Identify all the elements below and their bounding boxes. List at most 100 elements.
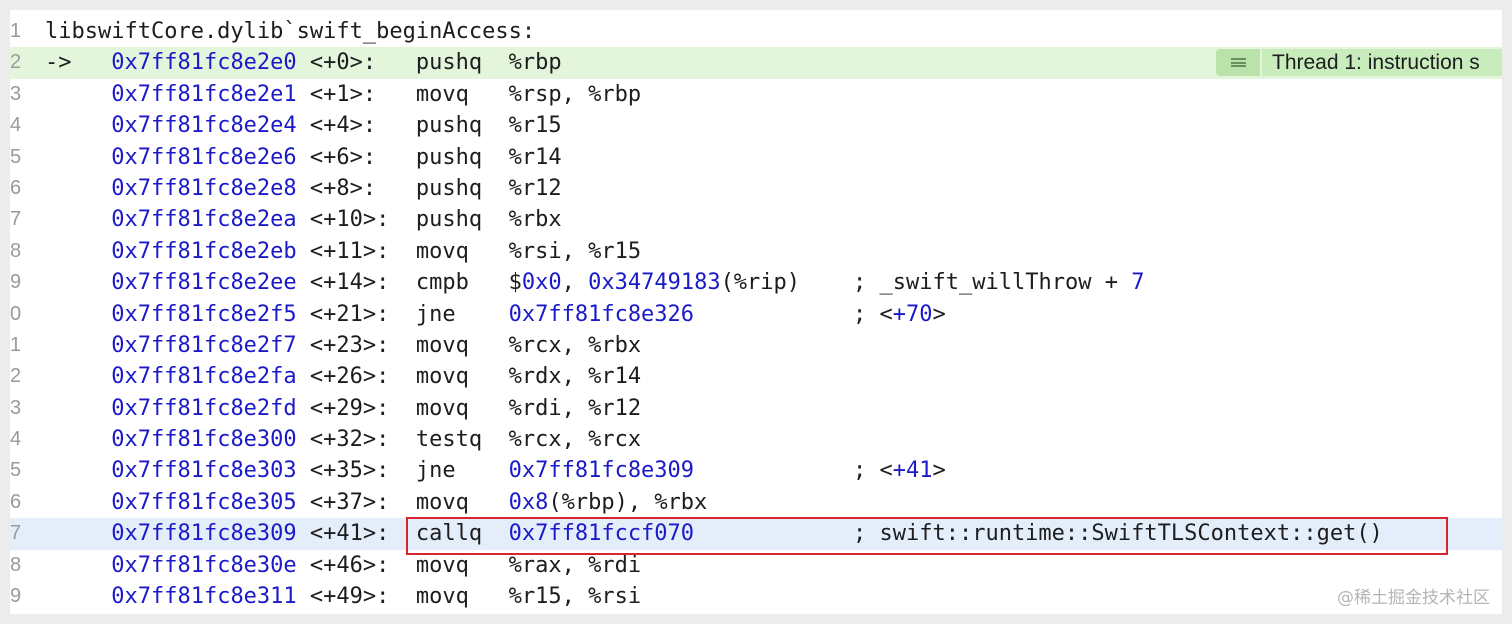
instruction-offset: <+35>:	[296, 458, 403, 484]
pc-arrow-icon: ->	[45, 50, 112, 76]
instruction-offset: <+37>:	[296, 489, 403, 515]
instruction-line[interactable]: 6 0x7ff81fc8e2e8 <+8>: pushq %r12	[10, 173, 1502, 204]
opcode: pushq	[402, 144, 509, 170]
instruction-offset: <+26>:	[296, 364, 403, 390]
instruction-offset: <+49>:	[296, 584, 403, 610]
pc-arrow-icon	[45, 176, 111, 201]
instruction-line[interactable]: 9 0x7ff81fc8e311 <+49>: movq %r15, %rsi	[10, 581, 1502, 612]
line-number: 7	[10, 522, 22, 545]
pc-arrow-icon	[45, 427, 111, 452]
operands: %rcx, %rcx	[508, 427, 642, 453]
instruction-line[interactable]: 5 0x7ff81fc8e303 <+35>: jne 0x7ff81fc8e3…	[10, 455, 1502, 486]
line-number: 0	[10, 302, 22, 325]
line-number: 5	[10, 145, 22, 168]
line-number: 9	[10, 271, 22, 294]
instruction-line[interactable]: 8 0x7ff81fc8e2eb <+11>: movq %rsi, %r15	[10, 236, 1502, 267]
instruction-text: 0x7ff81fc8e2f5 <+21>: jne 0x7ff81fc8e326…	[45, 299, 946, 330]
instruction-offset: <+4>:	[296, 113, 403, 139]
opcode: movq	[402, 395, 509, 421]
instruction-line[interactable]: 5 0x7ff81fc8e2e6 <+6>: pushq %r14	[10, 142, 1502, 173]
line-number: 4	[10, 114, 22, 137]
opcode: movq	[402, 584, 509, 610]
instruction-line[interactable]: 3 0x7ff81fc8e2fd <+29>: movq %rdi, %r12	[10, 393, 1502, 424]
line-number: 1	[10, 20, 22, 42]
current-instruction-line[interactable]: 2 -> 0x7ff81fc8e2e0 <+0>: pushq %rbp Threa…	[10, 47, 1502, 79]
instruction-line[interactable]: 9 0x7ff81fc8e2ee <+14>: cmpb $0x0, 0x347…	[10, 267, 1502, 298]
instruction-line[interactable]: 3 0x7ff81fc8e2e1 <+1>: movq %rsp, %rbp	[10, 79, 1502, 110]
operands: %rsi, %r15	[508, 238, 642, 264]
instruction-address: 0x7ff81fc8e2fa	[111, 364, 297, 390]
instruction-offset: <+6>:	[296, 144, 403, 170]
operands: 0x8(%rbp), %rbx	[508, 489, 708, 515]
instruction-address: 0x7ff81fc8e2fd	[111, 395, 297, 421]
operands: 0x7ff81fc8e309	[508, 458, 695, 484]
opcode: movq	[402, 238, 509, 264]
instruction-line[interactable]: 0 0x7ff81fc8e2f5 <+21>: jne 0x7ff81fc8e3…	[10, 299, 1502, 330]
instruction-text: 0x7ff81fc8e2e8 <+8>: pushq %r12	[45, 173, 561, 204]
instruction-text: 0x7ff81fc8e2f7 <+23>: movq %rcx, %rbx	[45, 330, 641, 361]
thread-status-badge[interactable]: Thread 1: instruction s	[1216, 49, 1502, 77]
pc-arrow-icon	[45, 364, 111, 389]
operands: %rax, %rdi	[508, 552, 642, 578]
function-header: libswiftCore.dylib`swift_beginAccess:	[45, 19, 536, 44]
instruction-text: 0x7ff81fc8e2e6 <+6>: pushq %r14	[45, 142, 562, 173]
instruction-offset: <+41>:	[296, 521, 403, 547]
line-number: 7	[10, 208, 22, 231]
pc-arrow-icon	[45, 553, 111, 578]
instruction-text: 0x7ff81fc8e311 <+49>: movq %r15, %rsi	[45, 581, 641, 612]
instruction-line[interactable]: 4 0x7ff81fc8e2e4 <+4>: pushq %r15	[10, 110, 1502, 141]
pc-arrow-icon	[45, 333, 111, 358]
operands: %r15, %rsi	[508, 584, 642, 610]
instruction-line[interactable]: 2 0x7ff81fc8e2fa <+26>: movq %rdx, %r14	[10, 361, 1502, 392]
instruction-address: 0x7ff81fc8e303	[111, 458, 297, 484]
instruction-comment: ; <+70>	[853, 301, 946, 327]
opcode: jne	[402, 458, 509, 484]
instruction-offset: <+11>:	[296, 238, 403, 264]
instruction-text: 0x7ff81fc8e303 <+35>: jne 0x7ff81fc8e309…	[45, 455, 946, 486]
line-number: 3	[10, 82, 22, 105]
instruction-address: 0x7ff81fc8e2e0	[111, 50, 297, 76]
pc-arrow-icon	[45, 584, 111, 609]
instruction-text: 0x7ff81fc8e2ee <+14>: cmpb $0x0, 0x34749…	[45, 267, 1144, 298]
instruction-line[interactable]: 6 0x7ff81fc8e305 <+37>: movq 0x8(%rbp), …	[10, 487, 1502, 518]
line-number: 6	[10, 176, 22, 199]
instruction-offset: <+46>:	[296, 552, 403, 578]
instruction-address: 0x7ff81fc8e2eb	[111, 238, 297, 264]
header-line: 1 libswiftCore.dylib`swift_beginAccess:	[10, 16, 1502, 47]
instruction-line[interactable]: 4 0x7ff81fc8e300 <+32>: testq %rcx, %rcx	[10, 424, 1502, 455]
disassembly-view: 1 libswiftCore.dylib`swift_beginAccess: …	[10, 10, 1502, 614]
pc-arrow-icon	[45, 490, 111, 515]
instruction-address: 0x7ff81fc8e300	[111, 427, 297, 453]
operands: %r14	[508, 144, 562, 170]
opcode: pushq	[402, 207, 509, 233]
opcode: movq	[402, 364, 509, 390]
pc-arrow-icon	[45, 207, 111, 232]
pc-arrow-icon	[45, 458, 111, 483]
instruction-line[interactable]: 1 0x7ff81fc8e2f7 <+23>: movq %rcx, %rbx	[10, 330, 1502, 361]
instruction-text: 0x7ff81fc8e2fa <+26>: movq %rdx, %r14	[45, 361, 641, 392]
line-number: 4	[10, 428, 22, 451]
opcode: pushq	[402, 113, 509, 139]
opcode: movq	[402, 489, 509, 515]
instruction-address: 0x7ff81fc8e2f5	[111, 301, 297, 327]
instruction-text: 0x7ff81fc8e300 <+32>: testq %rcx, %rcx	[45, 424, 641, 455]
instruction-text: 0x7ff81fc8e2ea <+10>: pushq %rbx	[45, 204, 562, 235]
instruction-comment: ; <+41>	[853, 458, 946, 484]
instruction-line[interactable]: 7 0x7ff81fc8e2ea <+10>: pushq %rbx	[10, 204, 1502, 235]
pc-arrow-icon	[45, 270, 111, 295]
operands: $0x0, 0x34749183(%rip)	[508, 270, 801, 296]
instruction-comment: ; _swift_willThrow + 7	[853, 270, 1145, 296]
line-number: 3	[10, 396, 22, 419]
line-number: 8	[10, 553, 22, 576]
opcode: movq	[402, 552, 509, 578]
operands: %rbx	[508, 207, 562, 233]
instruction-offset: <+10>:	[296, 207, 403, 233]
pc-arrow-icon	[45, 302, 111, 327]
instruction-text: -> 0x7ff81fc8e2e0 <+0>: pushq %rbp	[45, 47, 562, 78]
list-lines-icon[interactable]	[1216, 49, 1260, 77]
instruction-address: 0x7ff81fc8e2e4	[111, 113, 297, 139]
instruction-address: 0x7ff81fc8e311	[111, 584, 297, 610]
line-number: 2	[10, 51, 22, 74]
opcode: cmpb	[402, 270, 509, 296]
instruction-text: 0x7ff81fc8e2e1 <+1>: movq %rsp, %rbp	[45, 79, 641, 110]
